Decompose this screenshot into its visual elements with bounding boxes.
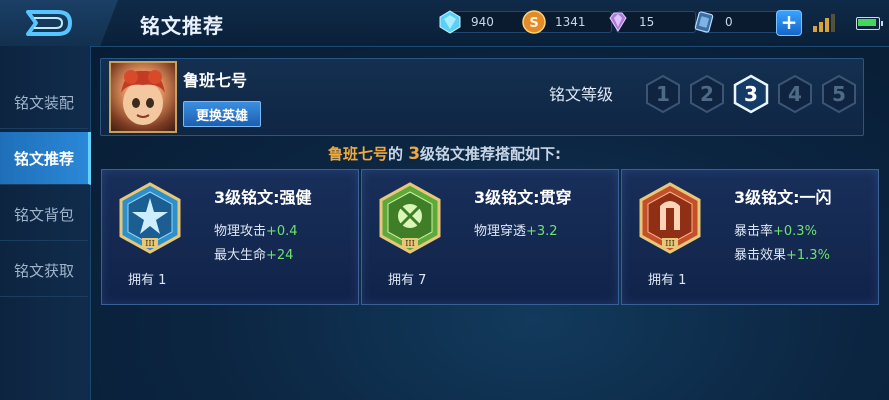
level-number: 1 [656, 82, 670, 106]
subtitle-level: 3 [408, 144, 421, 164]
rune-card-3[interactable]: III 3级铭文:一闪 暴击率+0.3% 暴击效果+1.3% 拥有 1 [621, 169, 879, 305]
rune-stat: 最大生命+24 [214, 248, 294, 263]
signal-icon [813, 14, 835, 32]
resource-voucher: 0 [692, 11, 782, 33]
rune-card-2[interactable]: III 3级铭文:贯穿 物理穿透+3.2 拥有 7 [361, 169, 619, 305]
level-4-button[interactable]: 4 [777, 74, 813, 114]
sidebar-item-label: 铭文获取 [13, 261, 74, 280]
level-1-button[interactable]: 1 [645, 74, 681, 114]
top-bar: 铭文推荐 940 S 1341 15 0 + [0, 0, 889, 47]
rune-stat: 暴击效果+1.3% [734, 248, 830, 263]
add-currency-button[interactable]: + [776, 10, 802, 36]
hero-panel: 鲁班七号 更换英雄 铭文等级 1 2 3 4 5 [100, 58, 864, 136]
sidebar: 铭文装配 铭文推荐 铭文背包 铭文获取 [0, 46, 91, 400]
rune-owned-count: 拥有 7 [388, 273, 427, 288]
rune-name: 3级铭文:一闪 [734, 188, 832, 207]
svg-text:S: S [529, 16, 538, 31]
rune-owned-count: 拥有 1 [648, 273, 687, 288]
voucher-value: 0 [725, 15, 733, 29]
blue-rune-icon: III [119, 182, 181, 254]
back-button[interactable] [0, 0, 118, 46]
level-number: 3 [744, 82, 758, 106]
diamond-icon [439, 10, 461, 34]
gem-icon [609, 12, 627, 32]
coin-icon: S [522, 10, 546, 34]
resource-gem: 15 [606, 11, 696, 33]
subtitle-connector: 的 [387, 145, 409, 163]
rune-stat: 物理穿透+3.2 [474, 224, 558, 239]
diamond-value: 940 [471, 15, 494, 29]
resource-coin: S 1341 [522, 10, 612, 34]
resource-diamond: 940 [438, 10, 528, 34]
hero-avatar[interactable] [109, 61, 177, 133]
level-number: 2 [700, 82, 714, 106]
sidebar-item-label: 铭文装配 [13, 93, 74, 112]
rune-stat: 暴击率+0.3% [734, 224, 817, 239]
rune-owned-count: 拥有 1 [128, 273, 167, 288]
rune-stat: 物理攻击+0.4 [214, 224, 298, 239]
sidebar-item-rune-equip[interactable]: 铭文装配 [0, 76, 88, 129]
svg-text:III: III [145, 239, 154, 248]
hero-portrait-icon [121, 70, 165, 125]
gem-value: 15 [639, 15, 655, 29]
sidebar-item-label: 铭文背包 [13, 205, 74, 224]
level-2-button[interactable]: 2 [689, 74, 725, 114]
level-number: 4 [788, 82, 802, 106]
voucher-icon [694, 11, 714, 33]
battery-icon [856, 17, 883, 30]
level-5-button[interactable]: 5 [821, 74, 857, 114]
subtitle-rest: 级铭文推荐搭配如下: [420, 145, 562, 163]
subtitle-hero: 鲁班七号 [327, 145, 388, 163]
coin-value: 1341 [555, 15, 586, 29]
sidebar-item-rune-bag[interactable]: 铭文背包 [0, 188, 88, 241]
svg-text:III: III [665, 239, 674, 248]
green-rune-icon: III [379, 182, 441, 254]
change-hero-button[interactable]: 更换英雄 [183, 101, 261, 127]
hero-name: 鲁班七号 [183, 71, 248, 90]
back-arrow-icon [26, 10, 72, 36]
sidebar-item-rune-obtain[interactable]: 铭文获取 [0, 244, 88, 297]
red-rune-icon: III [639, 182, 701, 254]
rune-card-1[interactable]: III 3级铭文:强健 物理攻击+0.4 最大生命+24 拥有 1 [101, 169, 359, 305]
recommendation-subtitle: 鲁班七号的 3级铭文推荐搭配如下: [0, 143, 889, 164]
page-title: 铭文推荐 [140, 14, 224, 38]
rune-level-label: 铭文等级 [549, 85, 614, 104]
rune-name: 3级铭文:强健 [214, 188, 312, 207]
level-3-button[interactable]: 3 [733, 74, 769, 114]
svg-text:III: III [405, 239, 414, 248]
rune-name: 3级铭文:贯穿 [474, 188, 572, 207]
level-number: 5 [832, 82, 846, 106]
